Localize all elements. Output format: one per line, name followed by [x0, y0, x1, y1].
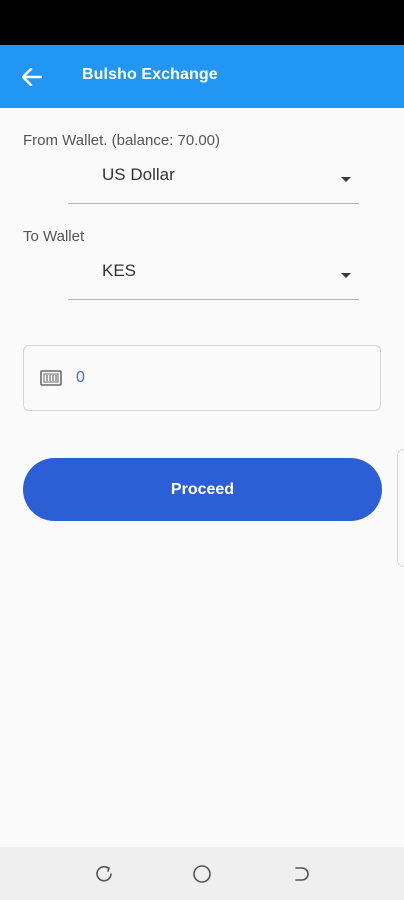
nav-back-icon[interactable]: [290, 864, 310, 884]
amount-input[interactable]: [76, 364, 366, 392]
home-icon[interactable]: [192, 864, 212, 884]
from-wallet-value: US Dollar: [102, 165, 175, 184]
to-wallet-dropdown[interactable]: KES: [68, 259, 359, 300]
from-wallet-dropdown[interactable]: US Dollar: [68, 163, 359, 204]
cash-icon: [40, 370, 62, 386]
back-button[interactable]: [18, 63, 46, 91]
system-nav-bar: [0, 847, 404, 900]
recents-icon[interactable]: [94, 864, 114, 884]
caret-down-icon: [341, 273, 351, 278]
app-bar: Bulsho Exchange: [0, 45, 404, 108]
to-wallet-label: To Wallet: [23, 228, 85, 245]
side-drawer-handle[interactable]: [397, 449, 404, 567]
caret-down-icon: [341, 177, 351, 182]
status-bar: [0, 0, 404, 45]
proceed-button[interactable]: Proceed: [23, 458, 382, 521]
amount-field[interactable]: [23, 345, 381, 411]
page-title: Bulsho Exchange: [82, 66, 218, 83]
from-wallet-label: From Wallet. (balance: 70.00): [23, 132, 221, 149]
to-wallet-value: KES: [102, 261, 137, 280]
arrow-left-icon: [22, 68, 42, 86]
